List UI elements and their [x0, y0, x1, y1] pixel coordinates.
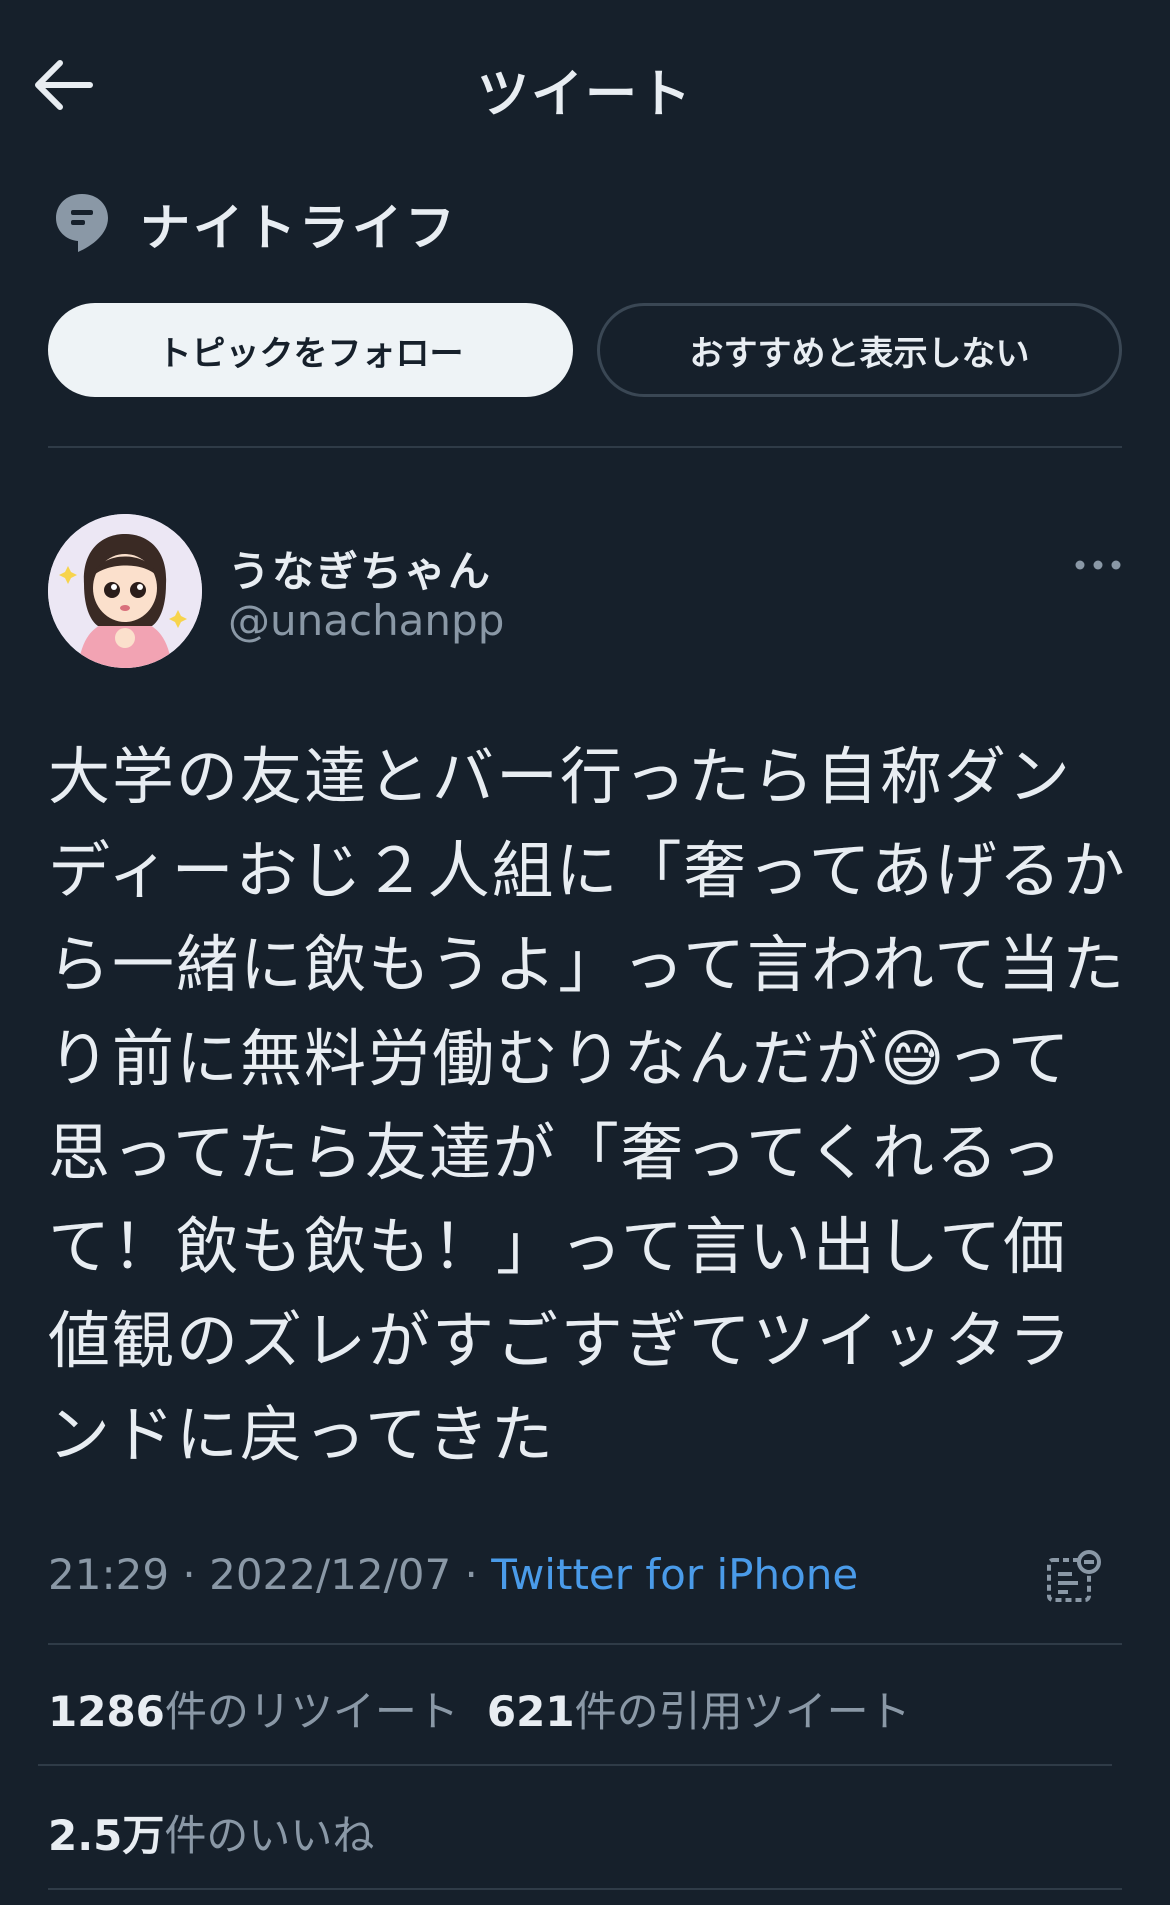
divider	[48, 446, 1122, 448]
tweet-source-link[interactable]: Twitter for iPhone	[491, 1550, 858, 1599]
quotes-label: 件の引用ツイート	[574, 1687, 911, 1736]
topic-speech-bubble-icon	[52, 190, 112, 254]
more-dots-icon	[1075, 560, 1121, 570]
topic-label: ナイトライフ	[140, 199, 458, 257]
avatar-illustration	[48, 514, 202, 668]
avatar[interactable]	[48, 514, 202, 668]
not-interested-button[interactable]: おすすめと表示しない	[597, 303, 1122, 397]
likes-stat[interactable]: 2.5万件のいいね	[48, 1802, 374, 1863]
likes-label: 件のいいね	[164, 1811, 375, 1860]
likes-count: 2.5万	[48, 1811, 165, 1860]
tweet-analytics-button[interactable]	[1045, 1548, 1103, 1606]
meta-separator: ·	[182, 1550, 210, 1599]
quotes-stat[interactable]: 621件の引用ツイート	[487, 1687, 911, 1736]
more-options-button[interactable]	[1068, 545, 1128, 585]
user-handle[interactable]: @unachanpp	[228, 596, 504, 645]
divider	[48, 1888, 1122, 1890]
meta-separator: ·	[464, 1550, 492, 1599]
divider	[48, 1643, 1122, 1645]
tweet-text: 大学の友達とバー行ったら自称ダンディーおじ２人組に「奢ってあげるから一緒に飲もう…	[48, 740, 1127, 1471]
quotes-count: 621	[486, 1687, 575, 1736]
retweets-stat[interactable]: 1286件のリツイート	[48, 1687, 459, 1736]
divider	[38, 1764, 1112, 1766]
page-title: ツイート	[476, 65, 693, 125]
follow-topic-button[interactable]: トピックをフォロー	[48, 303, 573, 397]
tweet-meta: 21:29 · 2022/12/07 · Twitter for iPhone	[48, 1550, 858, 1599]
retweet-quote-stats: 1286件のリツイート 621件の引用ツイート	[48, 1678, 911, 1739]
tweet-time: 21:29	[48, 1550, 170, 1599]
tweet-date: 2022/12/07	[209, 1550, 452, 1599]
analytics-icon	[1047, 1550, 1101, 1602]
retweets-count: 1286	[48, 1687, 165, 1736]
retweets-label: 件のリツイート	[164, 1687, 459, 1736]
user-display-name[interactable]: うなぎちゃん	[228, 538, 492, 599]
